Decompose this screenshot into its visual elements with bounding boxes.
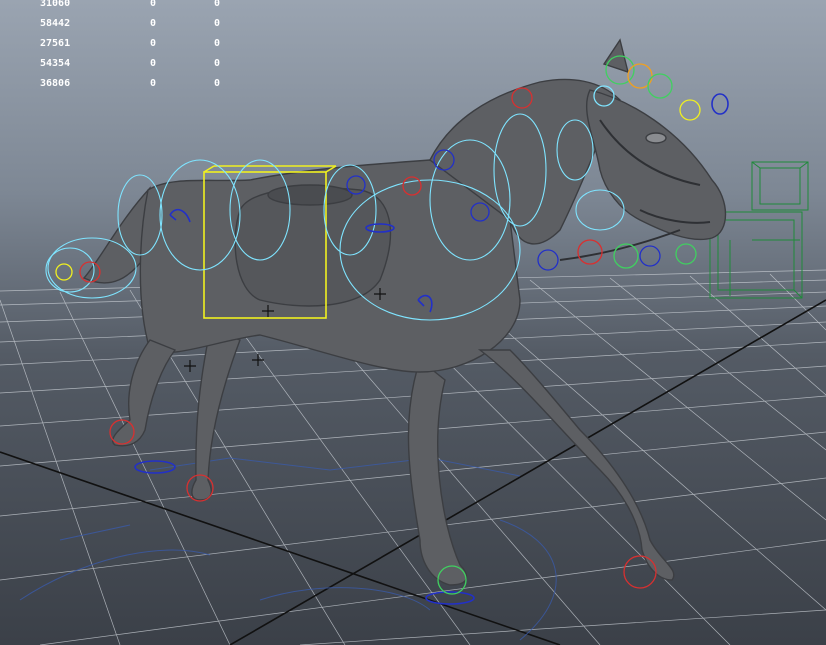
hud-value: 0 xyxy=(214,0,221,9)
green-cage-control[interactable] xyxy=(709,161,809,299)
hud-value: 0 xyxy=(150,38,157,49)
hud-value: 0 xyxy=(150,18,157,29)
hud-value: 0 xyxy=(214,18,221,29)
hud-value: 27561 xyxy=(40,38,71,49)
hud-row: 36806 0 0 xyxy=(6,74,254,94)
hud-value: 54354 xyxy=(40,58,71,69)
hud-value: 58442 xyxy=(40,18,71,29)
hud-value: 0 xyxy=(214,58,221,69)
viewport-canvas[interactable] xyxy=(0,0,826,645)
hud-row: 31060 0 0 xyxy=(6,0,254,14)
ground-curves xyxy=(19,457,557,641)
hud-value: 0 xyxy=(150,0,157,9)
maya-viewport[interactable]: 31060 0 0 58442 0 0 27561 0 0 54354 0 0 … xyxy=(0,0,826,645)
hud-value: 31060 xyxy=(40,0,71,9)
hud-value: 0 xyxy=(150,58,157,69)
hud-row: 54354 0 0 xyxy=(6,54,254,74)
hud-value: 0 xyxy=(214,38,221,49)
hud-value: 36806 xyxy=(40,78,71,89)
hud-row: 58442 0 0 xyxy=(6,14,254,34)
hud-value: 0 xyxy=(214,78,221,89)
hud-value: 0 xyxy=(150,78,157,89)
hud-stats: 31060 0 0 58442 0 0 27561 0 0 54354 0 0 … xyxy=(6,0,254,94)
horse-model[interactable] xyxy=(82,38,727,586)
hud-row: 27561 0 0 xyxy=(6,34,254,54)
